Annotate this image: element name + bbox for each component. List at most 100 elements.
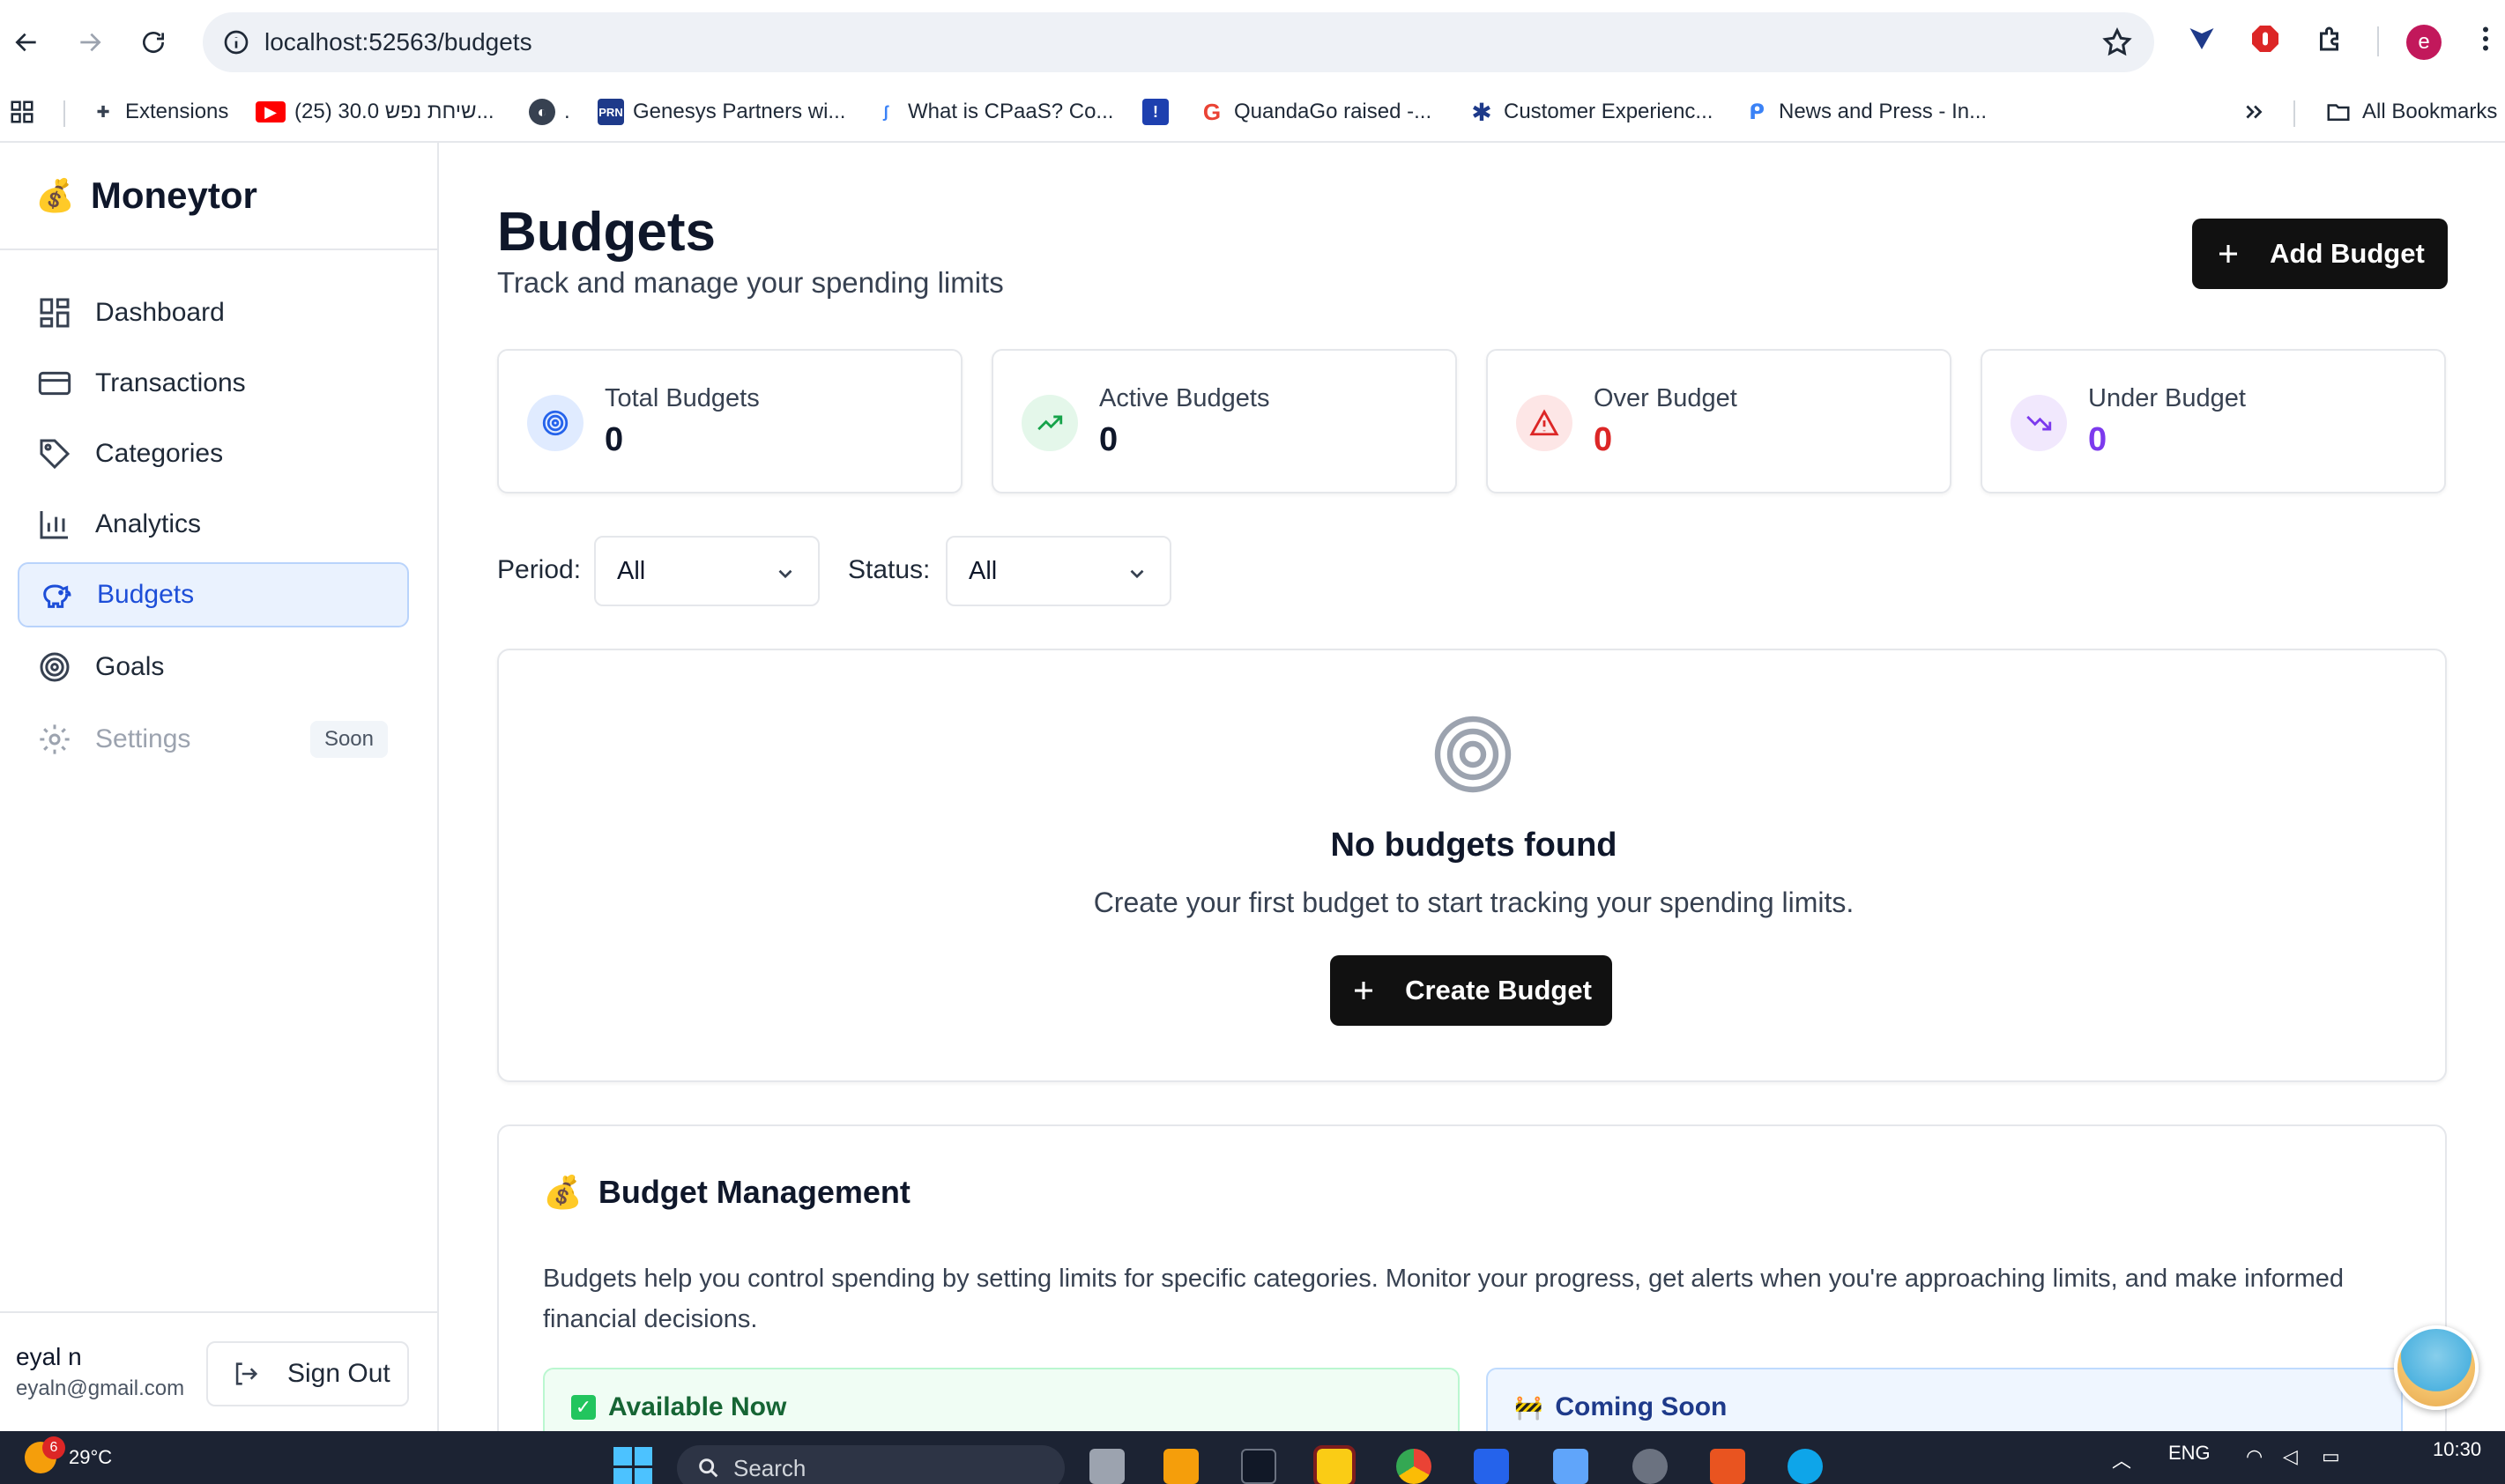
- bookmark-label: What is CPaaS? Co...: [908, 100, 1114, 123]
- exclamation-icon: !: [1142, 99, 1169, 125]
- apps-grid-icon[interactable]: [9, 95, 35, 129]
- browser-chrome: localhost:52563/budgets e ✚ Extensions ▶…: [0, 0, 2505, 143]
- add-budget-button[interactable]: Add Budget: [2192, 219, 2448, 289]
- terminal-app-icon[interactable]: [1241, 1449, 1276, 1484]
- bookmark-label: Genesys Partners wi...: [633, 100, 846, 123]
- file-explorer-icon[interactable]: [1163, 1449, 1199, 1484]
- temperature: 29°C: [69, 1446, 113, 1468]
- url-text[interactable]: localhost:52563/budgets: [264, 28, 532, 56]
- bookmark-genesys[interactable]: PRN Genesys Partners wi...: [598, 95, 845, 129]
- sidebar-item-budgets[interactable]: Budgets: [18, 562, 409, 627]
- construction-icon: 🚧: [1514, 1393, 1543, 1421]
- trending-down-icon: [2011, 395, 2067, 451]
- puzzle-icon: ✚: [96, 102, 110, 121]
- sidebar-item-label: Analytics: [95, 509, 202, 538]
- sign-out-button[interactable]: Sign Out: [206, 1341, 409, 1406]
- clock-time[interactable]: 10:30: [2433, 1438, 2481, 1461]
- wifi-icon[interactable]: ◠: [2246, 1445, 2263, 1468]
- bookmark-cpaas[interactable]: ʃ What is CPaaS? Co...: [873, 95, 1113, 129]
- plus-icon: [2219, 245, 2238, 263]
- stat-card-under: Under Budget 0: [1981, 349, 2446, 493]
- help-app-icon[interactable]: [1788, 1449, 1823, 1484]
- bookmarks-divider: [63, 100, 65, 127]
- sidebar-item-goals[interactable]: Goals: [18, 634, 409, 700]
- bookmark-label: Customer Experienc...: [1504, 100, 1713, 123]
- bookmark-globe[interactable]: ◐ .: [529, 95, 570, 129]
- piggy-bank-icon: [43, 584, 71, 608]
- kebab-menu-icon[interactable]: [2468, 21, 2503, 56]
- money-bag-icon: 💰: [35, 177, 75, 213]
- available-now-title: Available Now: [608, 1392, 787, 1421]
- os-taskbar: 6 29°C Search ︿ ENG ◠ ◁ ▭ 10:30: [0, 1431, 2505, 1484]
- create-budget-button[interactable]: Create Budget: [1330, 955, 1612, 1026]
- bookmark-customer-experience[interactable]: ✱ Customer Experienc...: [1468, 95, 1713, 129]
- notepad-icon[interactable]: [1553, 1449, 1588, 1484]
- language-indicator[interactable]: ENG: [2168, 1442, 2211, 1465]
- stat-label: Under Budget: [2088, 384, 2246, 412]
- target-icon: [40, 652, 70, 682]
- period-select-value: All: [617, 556, 646, 585]
- chevron-double-right-icon[interactable]: [2242, 95, 2265, 129]
- adblock-icon[interactable]: [2248, 21, 2283, 56]
- extension-shield-icon[interactable]: [2184, 21, 2219, 56]
- sidebar-divider: [0, 249, 437, 250]
- bookmark-extensions[interactable]: ✚ Extensions: [90, 95, 228, 129]
- floating-assistant-avatar[interactable]: [2394, 1325, 2479, 1410]
- volume-icon[interactable]: ◁: [2283, 1445, 2298, 1468]
- bookmark-star-icon[interactable]: [2101, 26, 2133, 58]
- sidebar-item-label: Dashboard: [95, 298, 225, 327]
- plus-icon: [1355, 982, 1373, 999]
- sidebar-item-categories[interactable]: Categories: [18, 421, 409, 486]
- windows-start-icon[interactable]: [613, 1447, 652, 1484]
- brand[interactable]: 💰 Moneytor: [35, 174, 257, 217]
- budget-management-description: Budgets help you control spending by set…: [543, 1265, 2345, 1333]
- chat-icon: ᑭ: [1749, 100, 1765, 124]
- log-out-icon: [235, 1362, 258, 1385]
- bookmark-exclamation[interactable]: !: [1142, 95, 1169, 129]
- battery-icon[interactable]: ▭: [2322, 1445, 2340, 1468]
- reload-icon[interactable]: [130, 19, 176, 65]
- stat-card-active: Active Budgets 0: [992, 349, 1457, 493]
- add-budget-label: Add Budget: [2270, 238, 2425, 269]
- budget-management-title: Budget Management: [598, 1174, 911, 1210]
- sidebar-item-analytics[interactable]: Analytics: [18, 492, 409, 557]
- folder-icon: [2327, 104, 2350, 121]
- chevron-down-icon: [1130, 569, 1144, 579]
- profile-avatar[interactable]: e: [2406, 25, 2442, 60]
- chrome-icon[interactable]: [1396, 1449, 1431, 1484]
- site-info-icon[interactable]: [222, 28, 250, 56]
- taskbar-search[interactable]: Search: [677, 1445, 1065, 1484]
- task-view-icon[interactable]: [1089, 1449, 1125, 1484]
- bookmark-label: QuandaGo raised -...: [1234, 100, 1432, 123]
- sidebar-item-dashboard[interactable]: Dashboard: [18, 280, 409, 345]
- back-icon[interactable]: [4, 19, 49, 65]
- sticky-notes-icon[interactable]: [1313, 1445, 1356, 1484]
- bookmark-label: News and Press - In...: [1779, 100, 1988, 123]
- prn-icon: PRN: [598, 99, 624, 125]
- search-icon: [699, 1458, 718, 1478]
- google-icon: G: [1202, 98, 1222, 125]
- available-now-card: ✓ Available Now: [543, 1368, 1460, 1431]
- credit-card-icon: [38, 371, 71, 396]
- bookmark-quandago[interactable]: G QuandaGo raised -...: [1199, 95, 1431, 129]
- bookmarks-bar: ✚ Extensions ▶ (25) שיחת נפש 30.0... ◐ .…: [0, 83, 2505, 141]
- status-select[interactable]: All: [946, 536, 1171, 606]
- weather-widget[interactable]: 6 29°C: [25, 1436, 113, 1473]
- sidebar-item-transactions[interactable]: Transactions: [18, 351, 409, 416]
- settings-app-icon[interactable]: [1632, 1449, 1668, 1484]
- bookmark-news[interactable]: ᑭ News and Press - In...: [1743, 95, 1987, 129]
- tag-icon: [40, 439, 71, 470]
- extensions-puzzle-icon[interactable]: [2313, 21, 2348, 56]
- page-title: Budgets: [497, 202, 716, 263]
- address-bar[interactable]: localhost:52563/budgets: [203, 12, 2154, 72]
- photos-app-icon[interactable]: [1474, 1449, 1509, 1484]
- tray-chevron-up-icon[interactable]: ︿: [2112, 1445, 2131, 1473]
- forward-icon[interactable]: [67, 19, 113, 65]
- period-select[interactable]: All: [594, 536, 820, 606]
- dashboard-icon: [40, 298, 70, 328]
- all-bookmarks[interactable]: All Bookmarks: [2323, 95, 2497, 129]
- empty-state-card: No budgets found Create your first budge…: [497, 649, 2447, 1082]
- ubuntu-icon[interactable]: [1710, 1449, 1745, 1484]
- browser-toolbar: localhost:52563/budgets e: [0, 0, 2505, 83]
- bookmark-youtube[interactable]: ▶ (25) שיחת נפש 30.0...: [256, 95, 494, 129]
